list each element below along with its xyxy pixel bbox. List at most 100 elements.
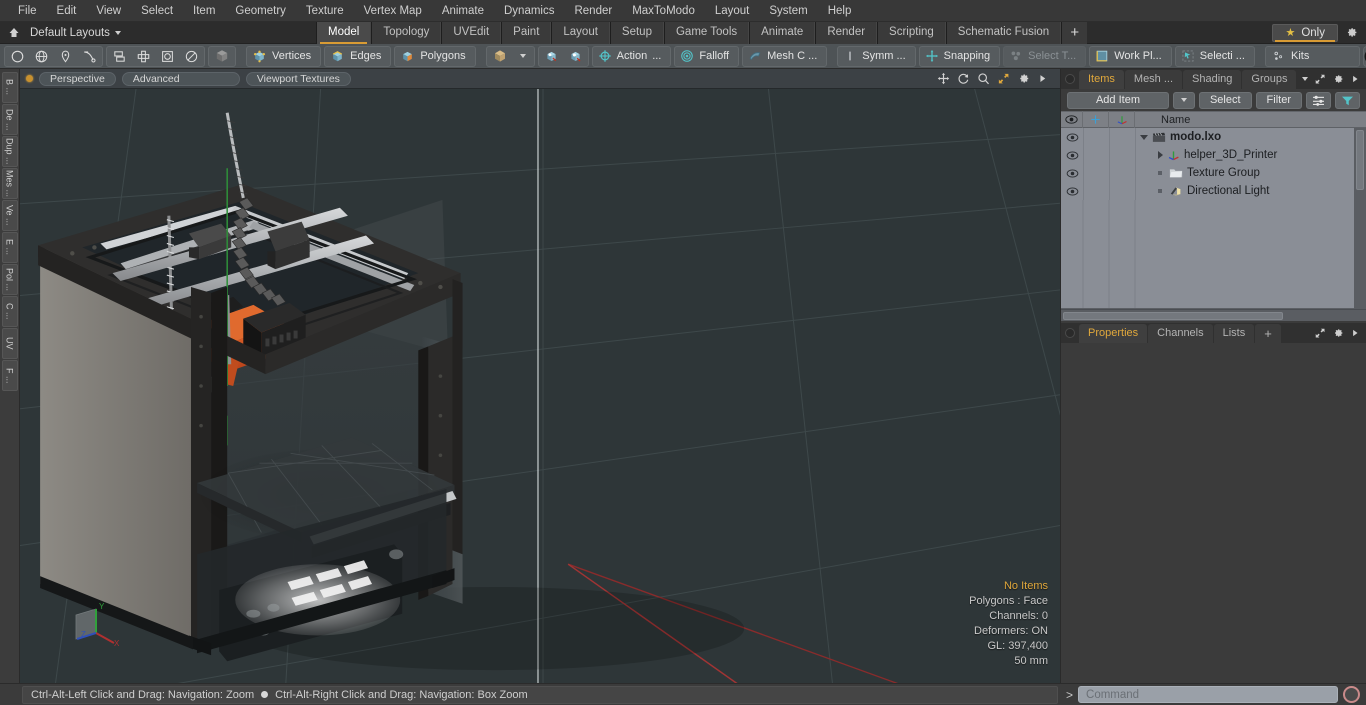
snap-edge-icon[interactable]: [564, 47, 587, 66]
menu-item-render[interactable]: Render: [564, 0, 622, 22]
pan-icon[interactable]: [937, 72, 950, 85]
tab-layout[interactable]: Layout: [551, 21, 610, 44]
panel-menu-knob[interactable]: [1065, 328, 1075, 338]
curve-icon[interactable]: [78, 47, 101, 66]
row-name-cell[interactable]: Directional Light: [1135, 182, 1354, 200]
viewport-view-dropdown[interactable]: Perspective: [39, 71, 116, 86]
gear-icon[interactable]: [1332, 73, 1344, 85]
snapping-dropdown[interactable]: Snapping: [918, 45, 1001, 67]
tab-lists[interactable]: Lists: [1213, 323, 1255, 343]
menu-item-view[interactable]: View: [86, 0, 131, 22]
tab-mesh-ops[interactable]: Mesh ...: [1124, 69, 1183, 89]
tab-channels[interactable]: Channels: [1148, 323, 1213, 343]
selection-mode-edges[interactable]: Edges: [324, 45, 392, 67]
work-plane-dropdown[interactable]: Work Pl...: [1089, 45, 1172, 67]
row-visibility-eye-icon[interactable]: [1061, 168, 1083, 178]
add-tab-button[interactable]: +: [1061, 21, 1088, 44]
table-row[interactable]: Directional Light: [1061, 182, 1354, 200]
row-axis-cell[interactable]: [1109, 182, 1135, 200]
only-toggle-button[interactable]: ★ Only: [1272, 23, 1338, 42]
left-tab-deform[interactable]: De ...: [1, 104, 18, 135]
maximize-icon[interactable]: [997, 72, 1010, 85]
rotate-icon[interactable]: [957, 72, 970, 85]
radial-icon[interactable]: [180, 47, 203, 66]
menu-item-vertex-map[interactable]: Vertex Map: [354, 0, 432, 22]
default-layouts-dropdown[interactable]: Default Layouts: [24, 27, 127, 39]
tab-schematic-fusion[interactable]: Schematic Fusion: [945, 21, 1062, 44]
column-lock-icon[interactable]: [1083, 111, 1109, 128]
row-name-cell[interactable]: Texture Group: [1135, 164, 1354, 182]
tab-setup[interactable]: Setup: [609, 21, 664, 44]
left-tab-mesh-edit[interactable]: Mes ...: [1, 168, 18, 199]
column-axis-icon[interactable]: [1109, 111, 1135, 128]
tab-game-tools[interactable]: Game Tools: [663, 21, 750, 44]
tab-shading[interactable]: Shading: [1183, 69, 1242, 89]
menu-item-select[interactable]: Select: [131, 0, 183, 22]
record-icon[interactable]: [1343, 686, 1360, 703]
row-name-cell[interactable]: helper_3D_Printer: [1135, 146, 1354, 164]
tab-paint[interactable]: Paint: [501, 21, 552, 44]
column-visibility-eye-icon[interactable]: [1061, 111, 1083, 128]
action-center-dropdown[interactable]: Action ...: [591, 45, 672, 67]
table-row[interactable]: helper_3D_Printer: [1061, 146, 1354, 164]
mesh-constraint-dropdown[interactable]: Mesh C ...: [742, 45, 828, 67]
mirror-icon[interactable]: [108, 47, 131, 66]
tab-scripting[interactable]: Scripting: [877, 21, 946, 44]
viewport-shading-dropdown[interactable]: Advanced: [121, 71, 240, 86]
maximize-icon[interactable]: [1314, 327, 1326, 339]
pen-icon[interactable]: [54, 47, 77, 66]
menu-item-help[interactable]: Help: [818, 0, 862, 22]
gear-icon[interactable]: [1332, 327, 1344, 339]
tab-animate[interactable]: Animate: [749, 21, 816, 44]
selection-mode-vertices[interactable]: Vertices: [246, 45, 322, 67]
items-tree[interactable]: modo.lxo helper_3D_Printer Texture Group…: [1061, 128, 1354, 309]
row-axis-cell[interactable]: [1109, 146, 1135, 164]
material-cube-icon[interactable]: [488, 47, 512, 66]
tab-render[interactable]: Render: [815, 21, 878, 44]
circle-icon[interactable]: [6, 47, 29, 66]
menu-item-item[interactable]: Item: [183, 0, 225, 22]
menu-item-maxtomodo[interactable]: MaxToModo: [622, 0, 705, 22]
kits-dropdown[interactable]: Kits: [1264, 45, 1360, 67]
material-dropdown-caret[interactable]: [513, 47, 533, 66]
left-tab-duplicate[interactable]: Dup ...: [1, 136, 18, 167]
items-tree-horizontal-scrollbar[interactable]: [1061, 309, 1366, 321]
funnel-icon[interactable]: [1335, 91, 1360, 109]
play-icon[interactable]: [1350, 74, 1360, 84]
gear-icon[interactable]: [1017, 72, 1030, 85]
scrollbar-thumb[interactable]: [1356, 130, 1364, 190]
row-visibility-eye-icon[interactable]: [1061, 150, 1083, 160]
select-button[interactable]: Select: [1198, 91, 1252, 109]
left-tab-vertex[interactable]: Ve ...: [1, 200, 18, 231]
play-icon[interactable]: [1350, 328, 1360, 338]
panel-menu-knob[interactable]: [1065, 74, 1075, 84]
row-lock-cell[interactable]: [1083, 128, 1109, 146]
tab-topology[interactable]: Topology: [371, 21, 442, 44]
filter-button[interactable]: Filter: [1255, 91, 1302, 109]
array-icon[interactable]: [132, 47, 155, 66]
snap-vertex-icon[interactable]: [540, 47, 563, 66]
tab-groups[interactable]: Groups: [1242, 69, 1297, 89]
items-tree-vertical-scrollbar[interactable]: [1354, 128, 1366, 309]
menu-item-edit[interactable]: Edit: [47, 0, 87, 22]
properties-add-tab-button[interactable]: +: [1255, 323, 1281, 343]
chevron-down-icon[interactable]: [1140, 134, 1148, 140]
symmetry-dropdown[interactable]: Symm ...: [837, 45, 916, 67]
select-through-dropdown[interactable]: Select T...: [1003, 45, 1087, 67]
menu-item-file[interactable]: File: [8, 0, 47, 22]
scrollbar-thumb[interactable]: [1063, 312, 1283, 320]
table-row[interactable]: Texture Group: [1061, 164, 1354, 182]
row-visibility-eye-icon[interactable]: [1061, 186, 1083, 196]
command-input[interactable]: [1078, 686, 1338, 703]
left-tab-basic[interactable]: B ...: [1, 72, 18, 103]
left-tab-falloff[interactable]: F ...: [1, 360, 18, 391]
axis-gizmo[interactable]: Y X Z: [66, 599, 128, 655]
row-axis-cell[interactable]: [1109, 164, 1135, 182]
maximize-icon[interactable]: [1314, 73, 1326, 85]
selection-sets-dropdown[interactable]: Selecti ...: [1174, 45, 1255, 67]
add-item-button[interactable]: Add Item: [1067, 91, 1169, 109]
falloff-dropdown[interactable]: Falloff: [674, 45, 740, 67]
zoom-icon[interactable]: [977, 72, 990, 85]
table-row[interactable]: modo.lxo: [1061, 128, 1354, 146]
left-tab-uv[interactable]: UV: [1, 328, 18, 359]
